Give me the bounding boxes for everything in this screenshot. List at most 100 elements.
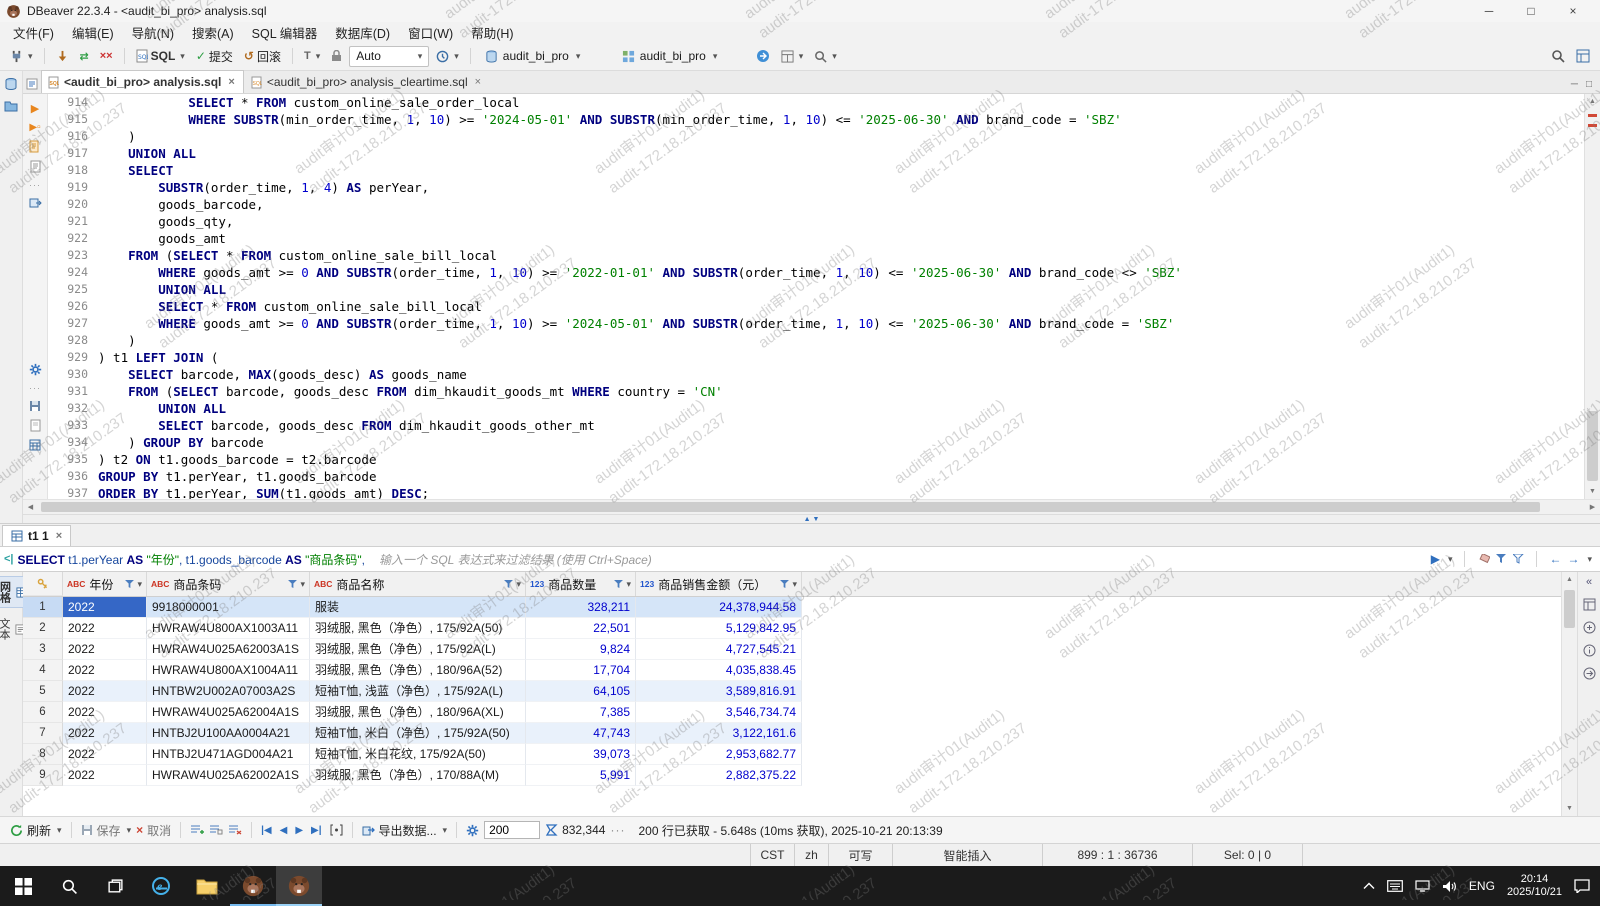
table-cell[interactable]: 2022	[63, 723, 147, 744]
column-filter-icon[interactable]: ▾	[125, 579, 142, 590]
table-cell[interactable]: 短袖T恤, 浅蓝（净色）, 175/92A(L)	[310, 681, 526, 702]
export-result-icon[interactable]	[29, 197, 42, 209]
code-line[interactable]: 925 UNION ALL	[48, 281, 1584, 298]
table-cell[interactable]: 2,882,375.22	[636, 765, 802, 786]
save-button[interactable]: 保存 ▾	[81, 822, 132, 839]
templates-grid-icon[interactable]	[29, 439, 41, 451]
collapse-up-icon[interactable]: ▲	[804, 516, 811, 523]
table-cell[interactable]: 羽绒服, 黑色（净色）, 180/96A(XL)	[310, 702, 526, 723]
save-filter-icon[interactable]	[1496, 554, 1507, 564]
editor-horizontal-scrollbar[interactable]: ◀ ▶	[23, 499, 1600, 514]
clear-filter-eraser-icon[interactable]	[1477, 554, 1490, 565]
menu-item[interactable]: 数据库(D)	[326, 21, 399, 44]
references-panel-icon[interactable]	[1583, 667, 1596, 680]
apply-filter-play-icon[interactable]: ▶	[1431, 552, 1440, 566]
first-row-button[interactable]: |◀	[261, 825, 272, 836]
table-row[interactable]: 82022HNTBJ2U471AGD004A21短袖T恤, 米白花纹, 175/…	[23, 744, 1561, 765]
execute-script-icon[interactable]	[29, 140, 41, 153]
table-cell[interactable]: HWRAW4U800AX1003A11	[147, 618, 310, 639]
menu-item[interactable]: 窗口(W)	[399, 21, 462, 44]
table-cell[interactable]: 7,385	[526, 702, 636, 723]
code-line[interactable]: 932 UNION ALL	[48, 400, 1584, 417]
column-filter-icon[interactable]: ▾	[288, 579, 305, 590]
table-cell[interactable]: 9918000001	[147, 597, 310, 618]
volume-icon[interactable]	[1442, 880, 1457, 893]
maximize-editor-icon[interactable]: □	[1586, 79, 1592, 90]
editor-tab[interactable]: SQL<audit_bi_pro> analysis.sql×	[41, 70, 244, 93]
code-line[interactable]: 920 goods_barcode,	[48, 196, 1584, 213]
table-cell[interactable]: 2022	[63, 597, 147, 618]
table-cell[interactable]: HNTBJ2U471AGD004A21	[147, 744, 310, 765]
scrollbar-thumb[interactable]	[1587, 411, 1598, 481]
new-sql-editor-button[interactable]: SQL SQL ▾	[132, 47, 189, 65]
export-data-button[interactable]: 导出数据... ▾	[362, 822, 448, 839]
scrollbar-thumb[interactable]	[41, 502, 1540, 512]
explain-plan-icon[interactable]	[30, 160, 41, 173]
table-row[interactable]: 120229918000001服装328,21124,378,944.58	[23, 597, 1561, 618]
internet-explorer-icon[interactable]: e	[138, 866, 184, 906]
table-cell[interactable]: HWRAW4U025A62003A1S	[147, 639, 310, 660]
row-header-cell[interactable]	[23, 572, 63, 596]
add-row-icon[interactable]	[190, 824, 204, 836]
minimize-editor-icon[interactable]: ─	[1571, 79, 1578, 90]
task-view-icon[interactable]	[92, 866, 138, 906]
grid-settings-gear-icon[interactable]	[466, 824, 479, 837]
table-cell[interactable]: 2022	[63, 681, 147, 702]
code-line[interactable]: 914 SELECT * FROM custom_online_sale_ord…	[48, 94, 1584, 111]
collapse-down-icon[interactable]: ▼	[813, 516, 820, 523]
column-header-商品名称[interactable]: ABC商品名称▾	[310, 572, 526, 596]
table-cell[interactable]: HNTBW2U002A07003A2S	[147, 681, 310, 702]
new-connection-button[interactable]: ▾	[6, 48, 37, 65]
dbeaver-taskbar-icon-active[interactable]	[276, 866, 322, 906]
code-line[interactable]: 934 ) GROUP BY barcode	[48, 434, 1584, 451]
network-icon[interactable]	[1415, 880, 1430, 892]
database-navigator-icon[interactable]	[4, 77, 18, 91]
projects-view-icon[interactable]	[4, 99, 18, 112]
code-line[interactable]: 931 FROM (SELECT barcode, goods_desc FRO…	[48, 383, 1584, 400]
dbeaver-taskbar-icon[interactable]	[230, 866, 276, 906]
editor-list-icon[interactable]	[26, 78, 38, 90]
table-cell[interactable]: 5,129,842.95	[636, 618, 802, 639]
table-cell[interactable]: 5,991	[526, 765, 636, 786]
scroll-down-icon[interactable]: ▼	[1562, 801, 1577, 816]
tray-expand-chevron-icon[interactable]	[1363, 882, 1375, 890]
table-cell[interactable]: 3,122,161.6	[636, 723, 802, 744]
column-filter-icon[interactable]: ▾	[504, 579, 521, 590]
scrollbar-thumb[interactable]	[1564, 590, 1575, 628]
table-cell[interactable]: 22,501	[526, 618, 636, 639]
table-cell[interactable]: HWRAW4U025A62002A1S	[147, 765, 310, 786]
table-cell[interactable]: 羽绒服, 黑色（净色）, 175/92A(50)	[310, 618, 526, 639]
save-file-icon[interactable]	[29, 400, 41, 412]
results-tab[interactable]: t1 1 ×	[2, 525, 71, 546]
table-cell[interactable]: 2022	[63, 765, 147, 786]
table-row[interactable]: 22022HWRAW4U800AX1003A11羽绒服, 黑色（净色）, 175…	[23, 618, 1561, 639]
table-cell[interactable]: 羽绒服, 黑色（净色）, 170/88A(M)	[310, 765, 526, 786]
code-line[interactable]: 921 goods_qty,	[48, 213, 1584, 230]
cancel-button[interactable]: × 取消	[136, 822, 171, 839]
code-line[interactable]: 930 SELECT barcode, MAX(goods_desc) AS g…	[48, 366, 1584, 383]
table-row[interactable]: 32022HWRAW4U025A62003A1S羽绒服, 黑色（净色）, 175…	[23, 639, 1561, 660]
value-viewer-panel-icon[interactable]	[1583, 598, 1596, 611]
editor-vertical-scrollbar[interactable]: ▲ ▼	[1584, 94, 1600, 499]
maximize-results-icon[interactable]: «	[1586, 576, 1592, 588]
duplicate-row-icon[interactable]	[209, 824, 223, 836]
fetch-size-input[interactable]	[484, 821, 540, 839]
metadata-panel-icon[interactable]	[1583, 644, 1596, 657]
code-line[interactable]: 936GROUP BY t1.perYear, t1.goods_barcode	[48, 468, 1584, 485]
filter-history-forward-icon[interactable]: →	[1567, 552, 1579, 566]
taskbar-clock[interactable]: 20:14 2025/10/21	[1507, 873, 1562, 899]
search-data-button[interactable]: ▾	[810, 48, 841, 65]
filter-history-back-icon[interactable]: ←	[1549, 552, 1561, 566]
code-line[interactable]: 937ORDER BY t1.perYear, SUM(t1.goods_amt…	[48, 485, 1584, 499]
table-row[interactable]: 52022HNTBW2U002A07003A2S短袖T恤, 浅蓝（净色）, 17…	[23, 681, 1561, 702]
code-line[interactable]: 916 )	[48, 128, 1584, 145]
dropdown-icon[interactable]: ▾	[443, 825, 448, 836]
transaction-log-button[interactable]: ▾	[432, 48, 463, 65]
code-line[interactable]: 928 )	[48, 332, 1584, 349]
menu-item[interactable]: 帮助(H)	[462, 21, 522, 44]
code-line[interactable]: 927 WHERE goods_amt >= 0 AND SUBSTR(orde…	[48, 315, 1584, 332]
window-layout-button[interactable]: ▾	[777, 48, 808, 65]
close-button[interactable]: ×	[1552, 4, 1594, 18]
table-cell[interactable]: HNTBJ2U100AA0004A21	[147, 723, 310, 744]
open-file-icon[interactable]	[30, 419, 41, 432]
